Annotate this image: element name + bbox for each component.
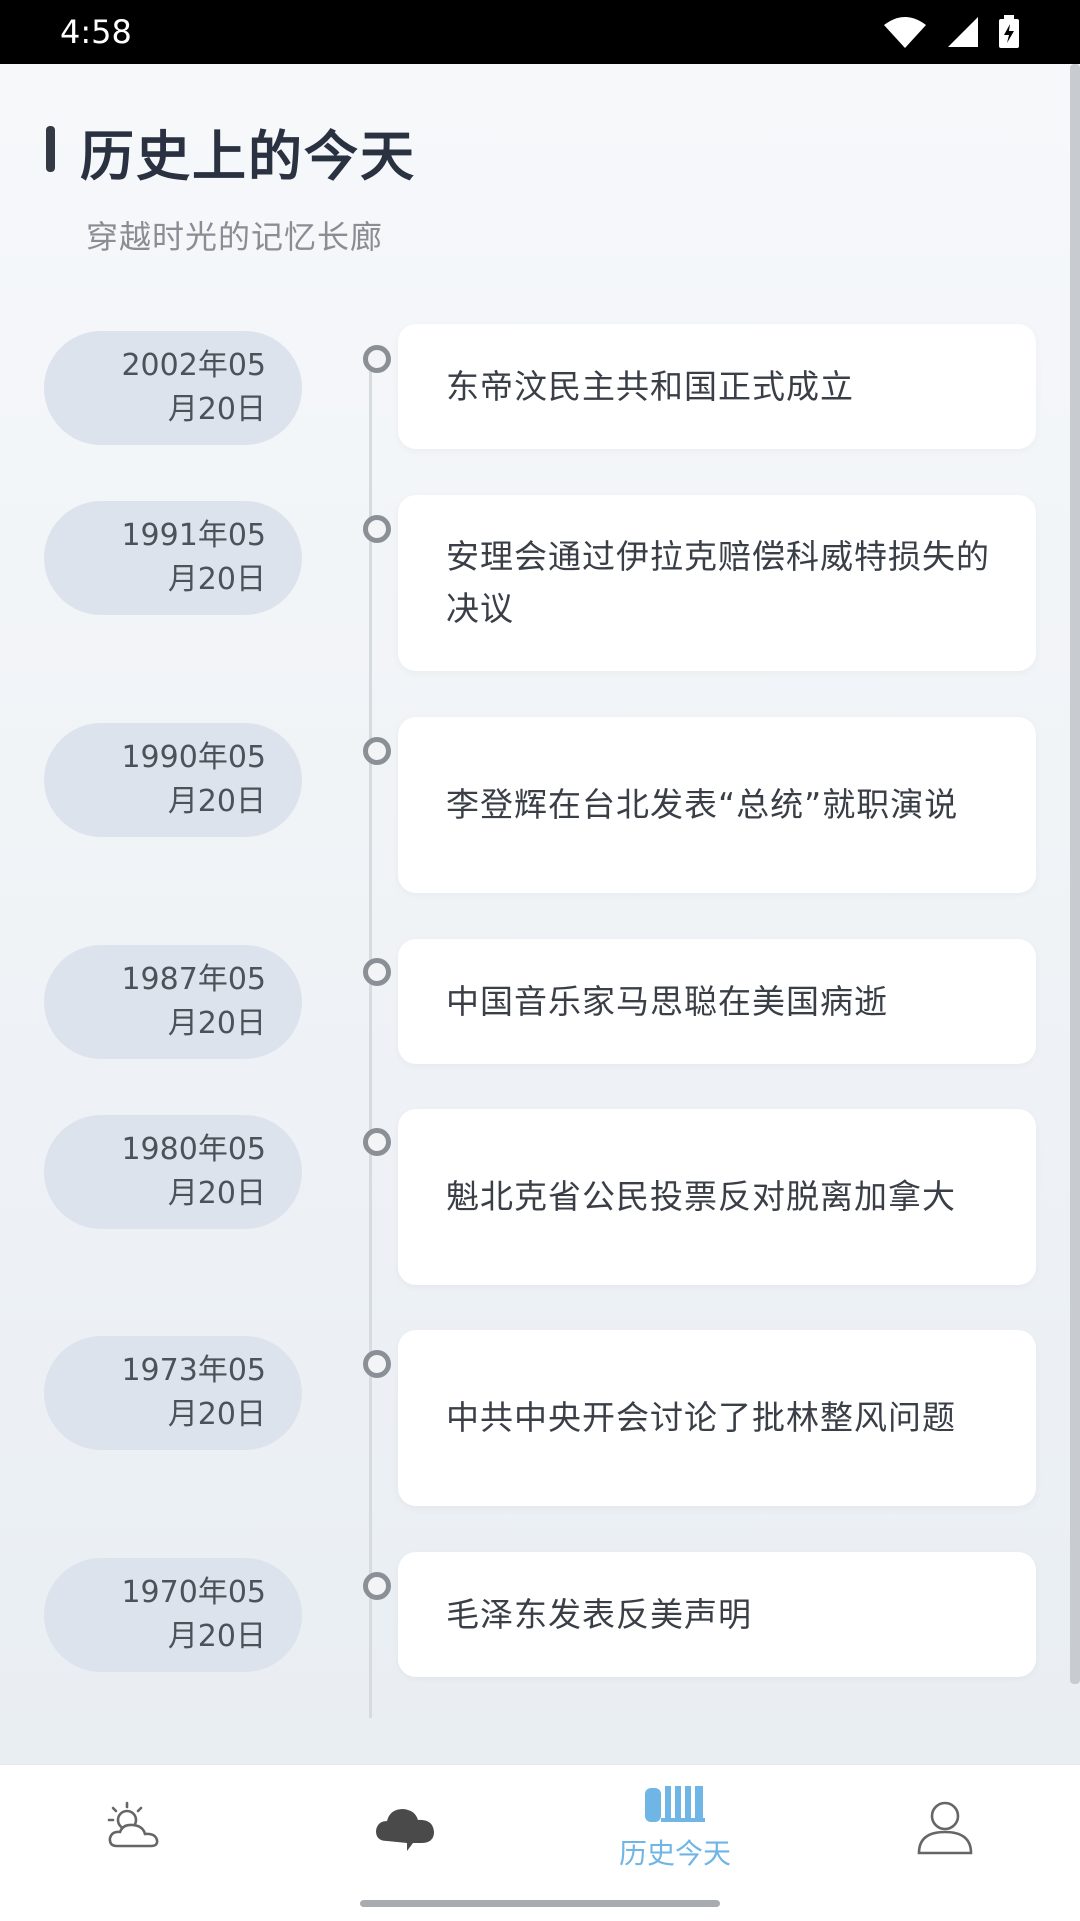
nav-tab-history-label: 历史今天 xyxy=(618,1837,731,1870)
cloud-icon xyxy=(376,1809,434,1851)
status-icons xyxy=(882,15,1020,49)
date-year-month: 1987年05 xyxy=(121,962,266,997)
home-indicator[interactable] xyxy=(360,1900,720,1907)
page-title: 历史上的今天 xyxy=(80,125,416,188)
bottom-nav: 历史今天 xyxy=(0,1764,1080,1921)
history-page xyxy=(0,64,1080,1764)
event-card[interactable]: 安理会通过伊拉克赔偿科威特损失的决议 xyxy=(398,495,1036,671)
event-text: 李登辉在台北发表“总统”就职演说 xyxy=(446,785,959,824)
title-accent-bar xyxy=(46,126,55,172)
date-day: 月20日 xyxy=(167,392,266,427)
event-text: 中共中央开会讨论了批林整风问题 xyxy=(446,1398,956,1437)
timeline-dot xyxy=(363,515,391,543)
date-day: 月20日 xyxy=(167,562,266,597)
status-bar: 4:58 xyxy=(0,0,1080,64)
event-card[interactable]: 李登辉在台北发表“总统”就职演说 xyxy=(398,717,1036,893)
nav-tab-cloud[interactable] xyxy=(270,1765,540,1889)
date-day: 月20日 xyxy=(167,1176,266,1211)
nav-tab-weather[interactable] xyxy=(0,1765,270,1889)
event-text: 魁北克省公民投票反对脱离加拿大 xyxy=(446,1177,956,1216)
date-year-month: 1980年05 xyxy=(121,1132,266,1167)
event-card[interactable]: 中共中央开会讨论了批林整风问题 xyxy=(398,1330,1036,1506)
date-pill: 2002年05 月20日 xyxy=(44,331,302,445)
date-day: 月20日 xyxy=(167,1397,266,1432)
date-pill: 1973年05 月20日 xyxy=(44,1336,302,1450)
date-pill: 1980年05 月20日 xyxy=(44,1115,302,1229)
event-text: 安理会通过伊拉克赔偿科威特损失的决议 xyxy=(446,537,990,628)
timeline-dot xyxy=(363,1350,391,1378)
event-card[interactable]: 中国音乐家马思聪在美国病逝 xyxy=(398,939,1036,1064)
date-day: 月20日 xyxy=(167,1619,266,1654)
date-day: 月20日 xyxy=(167,1006,266,1041)
nav-tab-history[interactable]: 历史今天 xyxy=(540,1765,810,1889)
date-year-month: 1970年05 xyxy=(121,1575,266,1610)
event-card[interactable]: 魁北克省公民投票反对脱离加拿大 xyxy=(398,1109,1036,1285)
wifi-icon xyxy=(884,17,926,48)
signal-icon xyxy=(948,17,978,47)
user-profile-icon xyxy=(917,1801,973,1855)
event-text: 东帝汶民主共和国正式成立 xyxy=(446,366,854,406)
date-pill: 1991年05 月20日 xyxy=(44,501,302,615)
date-pill: 1987年05 月20日 xyxy=(44,945,302,1059)
timeline-dot xyxy=(363,737,391,765)
timeline-dot xyxy=(363,1572,391,1600)
page-subtitle: 穿越时光的记忆长廊 xyxy=(86,218,384,256)
date-year-month: 2002年05 xyxy=(121,348,266,383)
timeline-dot xyxy=(363,1128,391,1156)
date-day: 月20日 xyxy=(167,784,266,819)
history-book-icon xyxy=(645,1786,705,1822)
status-time: 4:58 xyxy=(60,13,132,51)
event-card[interactable]: 毛泽东发表反美声明 xyxy=(398,1552,1036,1677)
event-card[interactable]: 东帝汶民主共和国正式成立 xyxy=(398,324,1036,449)
nav-tab-profile[interactable] xyxy=(810,1765,1080,1889)
timeline-dot xyxy=(363,345,391,373)
date-year-month: 1973年05 xyxy=(121,1353,266,1388)
timeline-dot xyxy=(363,958,391,986)
event-text: 中国音乐家马思聪在美国病逝 xyxy=(446,981,888,1021)
battery-icon xyxy=(999,15,1019,48)
event-text: 毛泽东发表反美声明 xyxy=(446,1594,752,1634)
date-pill: 1990年05 月20日 xyxy=(44,723,302,837)
date-pill: 1970年05 月20日 xyxy=(44,1558,302,1672)
date-year-month: 1990年05 xyxy=(121,740,266,775)
timeline-line xyxy=(369,352,372,1718)
date-year-month: 1991年05 xyxy=(121,518,266,553)
weather-sun-cloud-icon xyxy=(107,1801,159,1848)
scrollbar[interactable] xyxy=(1070,64,1080,1684)
